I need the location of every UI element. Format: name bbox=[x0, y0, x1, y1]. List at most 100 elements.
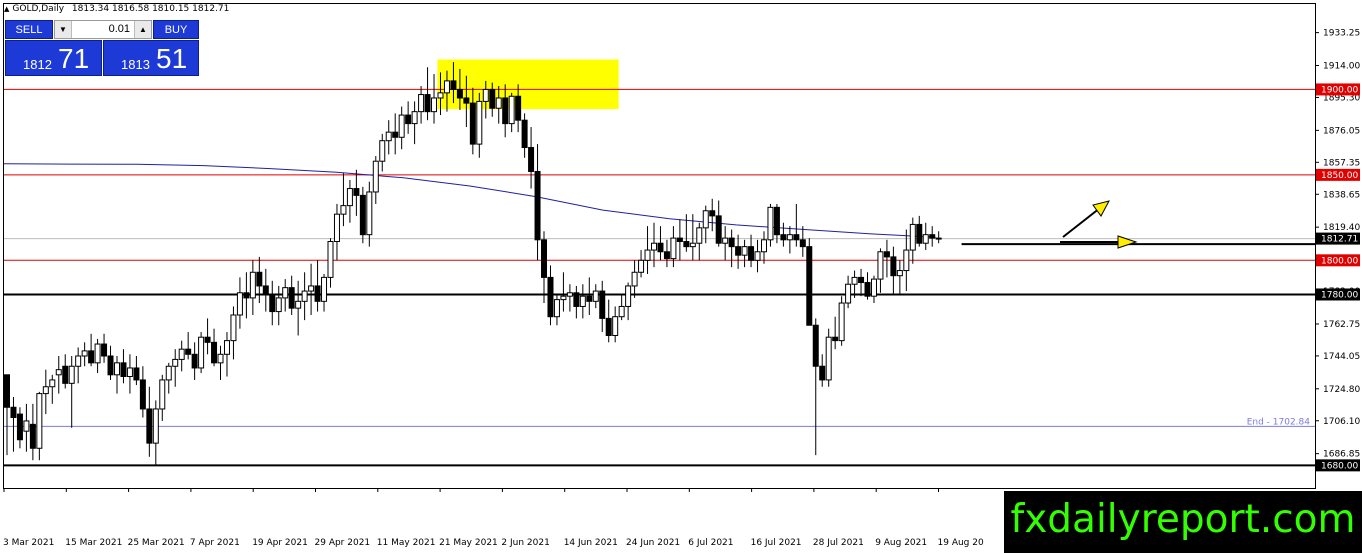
candle-body-bull bbox=[249, 271, 256, 299]
buy-price-big: 51 bbox=[156, 43, 188, 74]
y-tick-label: 1762.75 bbox=[1323, 320, 1360, 330]
candle-body-bear bbox=[502, 97, 509, 125]
candle-body-bear bbox=[4, 374, 10, 408]
candle-body-bull bbox=[49, 379, 56, 388]
y-tick-label: 1876.05 bbox=[1323, 126, 1360, 136]
level-tag: 1850.00 bbox=[1321, 171, 1358, 181]
level-tag: 1900.00 bbox=[1321, 85, 1358, 95]
x-tick-label: 11 May 2021 bbox=[377, 538, 436, 548]
candle-body-bear bbox=[890, 256, 897, 277]
candle-body-bear bbox=[676, 237, 683, 243]
candle-body-bear bbox=[929, 234, 936, 239]
sell-price-box[interactable]: 1812 71 bbox=[5, 40, 102, 76]
x-tick-label: 6 Jul 2021 bbox=[688, 538, 733, 548]
candle-body-bull bbox=[385, 131, 392, 142]
candle-body-bear bbox=[204, 336, 211, 343]
candle-body-bull bbox=[870, 278, 877, 297]
current-price-tag: 1812.71 bbox=[1321, 235, 1358, 245]
candle-body-bear bbox=[515, 95, 522, 121]
lot-size-value[interactable]: 0.01 bbox=[73, 21, 133, 38]
candle-body-bull bbox=[431, 97, 438, 113]
candle-body-bear bbox=[832, 336, 839, 342]
y-tick-label: 1724.80 bbox=[1323, 385, 1360, 395]
candle-body-bull bbox=[553, 299, 560, 318]
collapse-triangle-icon[interactable]: ▲ bbox=[4, 5, 9, 13]
y-tick-label: 1914.00 bbox=[1323, 62, 1360, 72]
candle-body-bull bbox=[560, 295, 567, 301]
buy-button[interactable]: BUY bbox=[153, 20, 199, 39]
candle-body-bear bbox=[101, 343, 108, 357]
candle-body-bear bbox=[146, 408, 153, 444]
candle-body-bull bbox=[42, 386, 49, 395]
candle-body-bull bbox=[379, 140, 386, 162]
y-tick-label: 1933.25 bbox=[1323, 29, 1360, 39]
y-tick-label: 1857.35 bbox=[1323, 158, 1360, 168]
candle-body-bull bbox=[644, 249, 651, 261]
candle-body-bull bbox=[845, 283, 852, 304]
sell-button[interactable]: SELL bbox=[5, 20, 53, 39]
candle bbox=[767, 203, 774, 247]
candle-body-bull bbox=[612, 316, 619, 336]
candle-body-bull bbox=[68, 365, 75, 384]
candle-body-bear bbox=[812, 324, 819, 367]
candle-body-bull bbox=[55, 369, 62, 376]
candle-body-bear bbox=[392, 131, 399, 138]
y-tick-label: 1819.40 bbox=[1323, 223, 1360, 233]
candle-body-bull bbox=[217, 353, 224, 364]
end-label: End - 1702.84 bbox=[1247, 417, 1311, 427]
candle-body-bear bbox=[120, 362, 127, 378]
candle-body-bull bbox=[236, 292, 243, 316]
x-tick-label: 15 Mar 2021 bbox=[65, 538, 122, 548]
candle-body-bear bbox=[456, 88, 463, 99]
candle-body-bull bbox=[767, 206, 774, 241]
candle-body-bear bbox=[657, 242, 664, 253]
candle-body-bear bbox=[469, 102, 476, 145]
candle-body-bull bbox=[159, 379, 166, 410]
candle-body-bull bbox=[741, 246, 748, 256]
candle bbox=[359, 186, 366, 244]
candle-body-bull bbox=[340, 205, 347, 215]
candle-body-bear bbox=[107, 355, 114, 376]
candle-body-bear bbox=[139, 379, 146, 410]
ohlc-values: 1813.34 1816.58 1810.15 1812.71 bbox=[71, 4, 230, 14]
candle-body-bull bbox=[282, 287, 289, 299]
candle-body-bear bbox=[735, 246, 742, 256]
lot-size-stepper[interactable]: ▼ 0.01 ▲ bbox=[54, 20, 152, 39]
candle-body-bull bbox=[172, 358, 179, 367]
x-tick-label: 2 Jun 2021 bbox=[501, 538, 549, 548]
chevron-up-icon[interactable]: ▲ bbox=[134, 21, 151, 38]
level-tag: 1800.00 bbox=[1321, 256, 1358, 266]
candle-body-bull bbox=[198, 336, 205, 369]
candle-body-bull bbox=[178, 348, 185, 360]
candle bbox=[806, 238, 813, 326]
candle-body-bear bbox=[728, 237, 735, 248]
chevron-down-icon[interactable]: ▼ bbox=[55, 21, 72, 38]
candle-body-bear bbox=[541, 239, 548, 278]
candle-body-bull bbox=[437, 92, 444, 99]
candle-body-bull bbox=[476, 100, 483, 145]
buy-price-box[interactable]: 1813 51 bbox=[103, 40, 199, 76]
candle-body-bear bbox=[663, 251, 670, 260]
candle-body-bear bbox=[133, 367, 140, 381]
y-tick-label: 1838.65 bbox=[1323, 190, 1360, 200]
x-tick-label: 14 Jun 2021 bbox=[564, 538, 618, 548]
candle-body-bull bbox=[301, 290, 308, 302]
candle-body-bull bbox=[165, 365, 172, 381]
candle-body-bear bbox=[359, 194, 366, 236]
candle-body-bull bbox=[443, 80, 450, 94]
candle-body-bull bbox=[851, 276, 858, 285]
candle-body-bull bbox=[903, 249, 910, 272]
candle-body-bear bbox=[62, 365, 69, 384]
price-chart[interactable]: End - 1702.84 1933.251914.001895.301876.… bbox=[0, 0, 1362, 553]
candle bbox=[838, 296, 845, 346]
chart-header: ▲ GOLD,Daily 1813.34 1816.58 1810.15 1812… bbox=[4, 4, 229, 14]
candle-body-bear bbox=[883, 251, 890, 258]
candle-body-bear bbox=[262, 285, 269, 295]
candle-body-bear bbox=[547, 276, 554, 318]
x-tick-label: 25 Mar 2021 bbox=[128, 538, 185, 548]
x-tick-label: 21 May 2021 bbox=[439, 538, 498, 548]
candle-body-bear bbox=[269, 293, 276, 313]
candle-body-bear bbox=[88, 350, 95, 364]
candle-body-bull bbox=[625, 285, 632, 307]
candle-body-bull bbox=[327, 241, 334, 278]
